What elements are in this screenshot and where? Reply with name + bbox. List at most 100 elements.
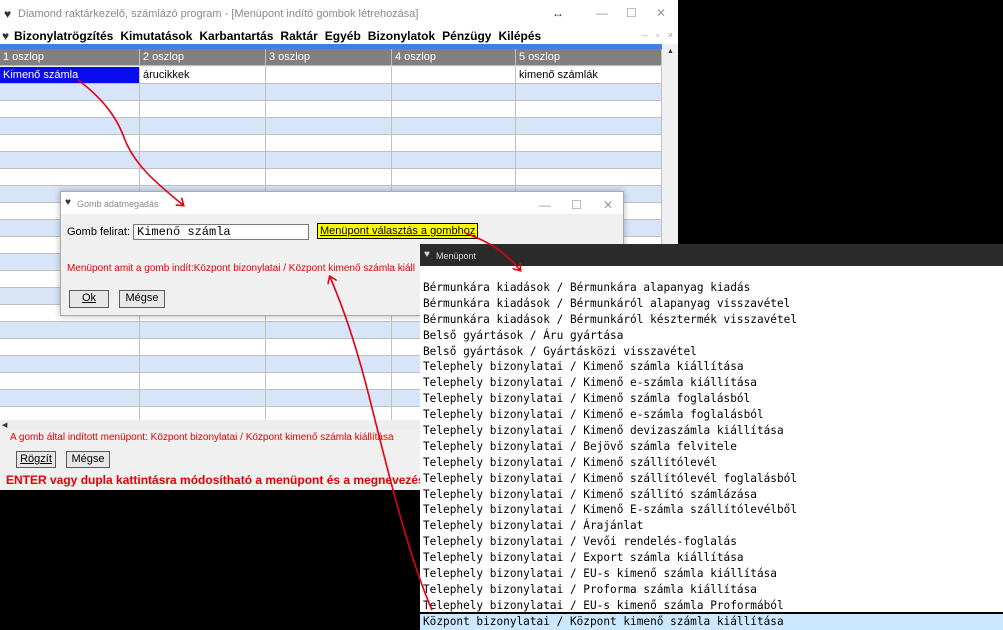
menu-item-option[interactable]: Telephely bizonylatai / Vevői rendelés-f… xyxy=(420,534,1003,550)
grid-cell[interactable] xyxy=(266,169,392,186)
grid-cell[interactable] xyxy=(140,84,266,101)
grid-cell[interactable] xyxy=(392,152,516,169)
grid-cell[interactable] xyxy=(516,84,662,101)
grid-cell[interactable] xyxy=(140,169,266,186)
grid-cell[interactable] xyxy=(516,135,662,152)
menu-item-option[interactable]: Telephely bizonylatai / Kimenő e-számla … xyxy=(420,407,1003,423)
menu-item-option[interactable]: Telephely bizonylatai / Árajánlat xyxy=(420,518,1003,534)
grid-cell[interactable]: Kimenő számla xyxy=(0,67,140,84)
grid-cell[interactable] xyxy=(266,135,392,152)
menu-item[interactable]: Bizonylatrögzítés xyxy=(14,29,113,43)
menu-item-option[interactable]: Belső gyártások / Gyártásközi visszavéte… xyxy=(420,344,1003,360)
menu-item-option[interactable]: Telephely bizonylatai / Kimenő számla fo… xyxy=(420,391,1003,407)
grid-cell[interactable] xyxy=(516,152,662,169)
menu-item-option[interactable]: Központ bizonylatai / Központ kimenő szá… xyxy=(420,613,1003,630)
grid-cell[interactable] xyxy=(0,135,140,152)
grid-cell[interactable] xyxy=(266,152,392,169)
menu-item-option[interactable]: Telephely bizonylatai / Kimenő szállító … xyxy=(420,487,1003,503)
grid-cell[interactable] xyxy=(266,373,392,390)
minimize-button[interactable]: — xyxy=(596,6,608,20)
menu-item-option[interactable]: Bérmunkára kiadások / Bérmunkáról készte… xyxy=(420,312,1003,328)
menu-item[interactable]: Egyéb xyxy=(325,29,361,43)
grid-cell[interactable] xyxy=(0,390,140,407)
column-header[interactable]: 3 oszlop xyxy=(266,49,392,66)
grid-cell[interactable] xyxy=(140,101,266,118)
column-header[interactable]: 4 oszlop xyxy=(392,49,516,66)
menu-item-option[interactable]: Bérmunkára kiadások / Bérmunkáról alapan… xyxy=(420,296,1003,312)
button-caption-input[interactable]: Kimenő számla xyxy=(133,224,309,240)
grid-cell[interactable] xyxy=(266,118,392,135)
menu-item-option[interactable]: Telephely bizonylatai / Kimenő e-számla … xyxy=(420,375,1003,391)
menu-item[interactable]: Karbantartás xyxy=(199,29,273,43)
grid-cell[interactable] xyxy=(392,101,516,118)
grid-cell[interactable] xyxy=(140,135,266,152)
grid-cell[interactable] xyxy=(140,390,266,407)
grid-cell[interactable] xyxy=(140,322,266,339)
menu-item-option[interactable]: Telephely bizonylatai / Kimenő szállítól… xyxy=(420,471,1003,487)
menu-item-option[interactable]: Telephely bizonylatai / Kimenő devizaszá… xyxy=(420,423,1003,439)
grid-cell[interactable] xyxy=(140,339,266,356)
menu-item[interactable]: Raktár xyxy=(280,29,317,43)
menu-item-option[interactable]: Telephely bizonylatai / Kimenő szállítól… xyxy=(420,455,1003,471)
grid-cell[interactable] xyxy=(266,390,392,407)
column-header[interactable]: 2 oszlop xyxy=(140,49,266,66)
grid-cell[interactable] xyxy=(516,169,662,186)
maximize-button[interactable]: ☐ xyxy=(626,6,637,20)
grid-cell[interactable] xyxy=(392,84,516,101)
scroll-up-icon[interactable]: ▲ xyxy=(667,48,674,55)
dialog-close-button[interactable]: ✕ xyxy=(603,198,613,212)
grid-cell[interactable] xyxy=(266,356,392,373)
grid-cell[interactable] xyxy=(0,322,140,339)
menu-item-option[interactable]: Telephely bizonylatai / Export számla ki… xyxy=(420,550,1003,566)
resize-arrows-icon[interactable]: ↔ xyxy=(552,6,564,20)
mdi-controls[interactable]: – ▫ × xyxy=(643,30,676,40)
grid-cell[interactable] xyxy=(392,169,516,186)
grid-cell[interactable] xyxy=(0,169,140,186)
grid-cell[interactable] xyxy=(266,84,392,101)
grid-cell[interactable] xyxy=(392,67,516,84)
record-button[interactable]: Rögzít xyxy=(16,451,56,468)
menu-item[interactable]: Kilépés xyxy=(498,29,541,43)
grid-cell[interactable] xyxy=(140,356,266,373)
menu-item-option[interactable]: Belső gyártások / Áru gyártása xyxy=(420,328,1003,344)
grid-cell[interactable] xyxy=(266,67,392,84)
grid-cell[interactable] xyxy=(392,118,516,135)
dialog-cancel-button[interactable]: Mégse xyxy=(119,290,165,308)
close-button[interactable]: ✕ xyxy=(656,6,666,20)
grid-cell[interactable] xyxy=(266,322,392,339)
grid-cell[interactable]: kimenő számlák xyxy=(516,67,662,84)
grid-cell[interactable] xyxy=(0,118,140,135)
grid-cell[interactable] xyxy=(140,152,266,169)
menu-item-option[interactable]: Telephely bizonylatai / Proforma számla … xyxy=(420,582,1003,598)
menu-item-option[interactable]: Telephely bizonylatai / Kimenő E-számla … xyxy=(420,502,1003,518)
grid-cell[interactable] xyxy=(0,373,140,390)
menu-item[interactable]: Kimutatások xyxy=(120,29,192,43)
grid-cell[interactable] xyxy=(266,101,392,118)
menu-item-option[interactable]: Telephely bizonylatai / EU-s kimenő szám… xyxy=(420,598,1003,614)
menu-item-option[interactable]: Bérmunkára kiadások / Bérmunkára alapany… xyxy=(420,280,1003,296)
grid-cell[interactable] xyxy=(0,339,140,356)
select-menu-item-button[interactable]: Menüpont választás a gombhoz xyxy=(317,223,479,239)
scroll-left-icon[interactable]: ◀ xyxy=(2,421,7,429)
grid-cell[interactable] xyxy=(0,84,140,101)
grid-cell[interactable] xyxy=(140,373,266,390)
grid-cell[interactable] xyxy=(392,135,516,152)
menu-item-option[interactable]: Telephely bizonylatai / Bejövő számla fe… xyxy=(420,439,1003,455)
dialog-maximize-button[interactable]: ☐ xyxy=(571,198,582,212)
grid-cell[interactable]: árucikkek xyxy=(140,67,266,84)
grid-cell[interactable] xyxy=(140,118,266,135)
grid-cell[interactable] xyxy=(0,356,140,373)
menu-item-option[interactable]: Telephely bizonylatai / EU-s kimenő szám… xyxy=(420,566,1003,582)
column-header[interactable]: 1 oszlop xyxy=(0,49,140,66)
column-header[interactable]: 5 oszlop xyxy=(516,49,662,66)
grid-cell[interactable] xyxy=(0,101,140,118)
menu-item[interactable]: Pénzügy xyxy=(442,29,491,43)
grid-cell[interactable] xyxy=(516,118,662,135)
ok-button[interactable]: Ok xyxy=(69,290,109,308)
grid-cell[interactable] xyxy=(516,101,662,118)
menu-item[interactable]: Bizonylatok xyxy=(368,29,435,43)
grid-cell[interactable] xyxy=(266,339,392,356)
grid-cell[interactable] xyxy=(0,152,140,169)
diamond-menu-icon[interactable]: ♥ xyxy=(2,29,9,43)
main-cancel-button[interactable]: Mégse xyxy=(66,451,110,468)
